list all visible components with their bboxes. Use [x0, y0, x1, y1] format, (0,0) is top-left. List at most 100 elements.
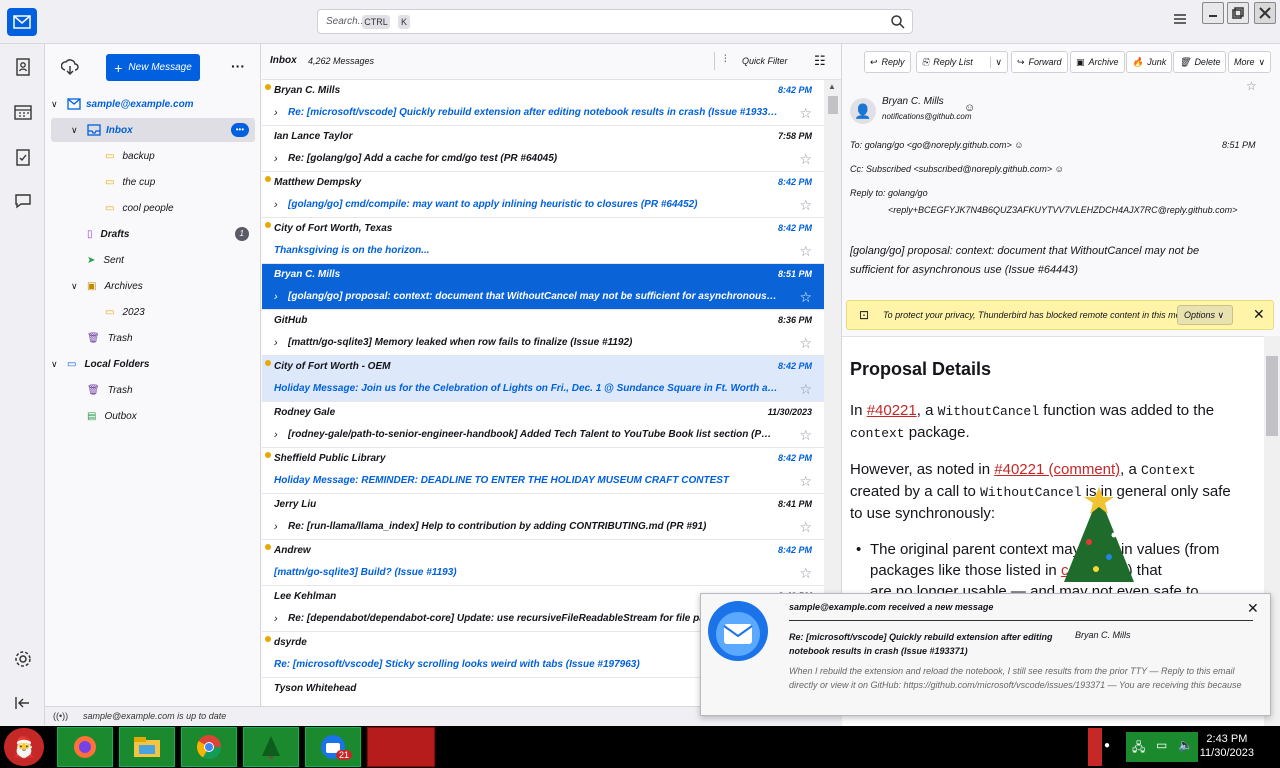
- chat-button[interactable]: [12, 190, 34, 212]
- message-row[interactable]: Rodney Gale 11/30/2023 › [rodney-gale/path-…: [262, 402, 824, 448]
- delete-button[interactable]: 🗑 Delete: [1173, 51, 1227, 73]
- folder-2023[interactable]: ▭ 2023: [51, 300, 255, 324]
- scroll-thumb[interactable]: [828, 96, 838, 114]
- star-icon[interactable]: ☆: [799, 243, 812, 260]
- close-icon[interactable]: ✕: [1253, 306, 1265, 323]
- star-icon[interactable]: ☆: [799, 427, 812, 444]
- star-icon[interactable]: ☆: [799, 381, 812, 398]
- scroll-thumb[interactable]: [1266, 356, 1278, 436]
- unread-dot[interactable]: [265, 222, 271, 228]
- close-window-button[interactable]: [1254, 2, 1276, 24]
- close-icon[interactable]: ✕: [1247, 600, 1259, 617]
- display-options-icon[interactable]: ☷: [814, 53, 826, 69]
- local-folder-trash[interactable]: 🗑 Trash: [51, 378, 255, 402]
- volume-icon[interactable]: 🔈: [1178, 738, 1193, 752]
- folder-inbox[interactable]: ∨ Inbox •••: [51, 118, 255, 142]
- message-row[interactable]: Matthew Dempsky 8:42 PM › [golang/go] cmd/c…: [262, 172, 824, 218]
- new-message-button[interactable]: + New Message: [106, 54, 200, 81]
- message-row[interactable]: Jerry Liu 8:41 PM › Re: [run-llama/llama_in…: [262, 494, 824, 540]
- chevron-down-icon[interactable]: ∨: [990, 56, 1002, 68]
- star-icon[interactable]: ☆: [1246, 79, 1257, 93]
- star-icon[interactable]: ☆: [799, 519, 812, 536]
- from-name[interactable]: Bryan C. Mills: [882, 96, 944, 107]
- unread-dot[interactable]: [265, 452, 271, 458]
- message-row[interactable]: Bryan C. Mills 8:42 PM › Re: [microsoft/vsc…: [262, 80, 824, 126]
- unread-dot[interactable]: [265, 84, 271, 90]
- settings-button[interactable]: [12, 648, 34, 670]
- address-book-button[interactable]: [12, 56, 34, 78]
- star-icon[interactable]: ☆: [799, 335, 812, 352]
- collapse-spaces-button[interactable]: [12, 692, 34, 714]
- message-row[interactable]: Sheffield Public Library 8:42 PM Holiday M…: [262, 448, 824, 494]
- message-row[interactable]: GitHub 8:36 PM › [mattn/go-sqlite3] Memory …: [262, 310, 824, 356]
- folder-backup[interactable]: ▭ backup: [51, 144, 255, 168]
- message-row[interactable]: Ian Lance Taylor 7:58 PM › Re: [golang/go] …: [262, 126, 824, 172]
- chevron-right-icon[interactable]: ›: [274, 613, 278, 625]
- folder-archives[interactable]: ∨ ▣ Archives: [51, 274, 255, 298]
- junk-button[interactable]: 🔥 Junk: [1126, 51, 1173, 73]
- comment-link[interactable]: #40221 (comment): [994, 461, 1120, 478]
- chevron-right-icon[interactable]: ›: [274, 153, 278, 165]
- hamburger-menu-icon[interactable]: [1172, 12, 1188, 26]
- quick-filter-icon[interactable]: ⫶: [724, 54, 727, 65]
- issue-link[interactable]: #40221: [867, 402, 917, 419]
- taskbar-firefox[interactable]: [57, 727, 113, 767]
- chevron-right-icon[interactable]: ›: [274, 107, 278, 119]
- message-row[interactable]: City of Fort Worth, Texas 8:42 PM Thanksgi…: [262, 218, 824, 264]
- calendar-button[interactable]: [12, 101, 34, 123]
- folder-trash[interactable]: 🗑 Trash: [51, 326, 255, 350]
- quick-filter-button[interactable]: Quick Filter: [742, 56, 788, 66]
- star-icon[interactable]: ☆: [799, 151, 812, 168]
- taskbar-chrome[interactable]: [181, 727, 237, 767]
- chevron-right-icon[interactable]: ›: [274, 291, 278, 303]
- chevron-right-icon[interactable]: ›: [274, 337, 278, 349]
- local-folders-row[interactable]: ∨ ▭ Local Folders: [51, 352, 255, 376]
- tray-icons[interactable]: 🖧 ▭ 🔈: [1126, 732, 1198, 762]
- options-button[interactable]: Options ∨: [1177, 305, 1233, 325]
- star-icon[interactable]: ☆: [799, 473, 812, 490]
- unread-dot[interactable]: [265, 636, 271, 642]
- clock[interactable]: 2:43 PM 11/30/2023: [1200, 732, 1254, 760]
- account-row[interactable]: ∨ sample@example.com: [51, 92, 255, 116]
- folder-the-cup[interactable]: ▭ the cup: [51, 170, 255, 194]
- mail-space-button[interactable]: [7, 8, 37, 36]
- start-button[interactable]: 🎅: [4, 728, 44, 766]
- star-icon[interactable]: ☆: [799, 565, 812, 582]
- chevron-right-icon[interactable]: ›: [274, 429, 278, 441]
- message-row[interactable]: Bryan C. Mills 8:51 PM › [golang/go] propos…: [262, 264, 824, 310]
- chevron-right-icon[interactable]: ›: [274, 199, 278, 211]
- scroll-up-icon[interactable]: ▲: [828, 82, 836, 91]
- message-row[interactable]: City of Fort Worth - OEM 8:42 PM Holiday M…: [262, 356, 824, 402]
- star-icon[interactable]: ☆: [799, 289, 812, 306]
- folder-sent[interactable]: ➤ Sent: [51, 248, 255, 272]
- reply-list-button[interactable]: ⎘ Reply List ∨: [916, 51, 1008, 73]
- get-messages-icon[interactable]: [61, 59, 79, 75]
- new-mail-notification[interactable]: sample@example.com received a new messag…: [700, 593, 1271, 716]
- online-status-icon[interactable]: ((•)): [53, 711, 68, 721]
- reply-button[interactable]: ↩ Reply: [864, 51, 911, 73]
- message-row[interactable]: Andrew 8:42 PM [mattn/go-sqlite3] Build? (…: [262, 540, 824, 586]
- maximize-button[interactable]: [1227, 2, 1249, 24]
- network-icon[interactable]: 🖧: [1132, 738, 1145, 759]
- more-button[interactable]: More ∨: [1228, 51, 1272, 73]
- unread-dot[interactable]: [265, 544, 271, 550]
- folder-drafts[interactable]: ▯ Drafts 1: [51, 222, 255, 246]
- chevron-right-icon[interactable]: ›: [274, 521, 278, 533]
- taskbar-christmas-tree[interactable]: [243, 727, 299, 767]
- archive-button[interactable]: ▣ Archive: [1070, 51, 1125, 73]
- star-icon[interactable]: ☆: [799, 197, 812, 214]
- more-options-icon[interactable]: ···: [231, 58, 245, 74]
- taskbar-app[interactable]: [367, 727, 435, 767]
- global-search-input[interactable]: Search... CTRL K: [317, 9, 913, 34]
- minimize-button[interactable]: [1202, 2, 1224, 24]
- taskbar-file-explorer[interactable]: [119, 727, 175, 767]
- display-icon[interactable]: ▭: [1156, 738, 1167, 752]
- taskbar-thunderbird[interactable]: 21: [305, 727, 361, 767]
- search-icon[interactable]: [890, 14, 906, 30]
- star-icon[interactable]: ☆: [799, 105, 812, 122]
- local-folder-outbox[interactable]: ▤ Outbox: [51, 404, 255, 428]
- tasks-button[interactable]: [12, 146, 34, 168]
- unread-dot[interactable]: [265, 176, 271, 182]
- contact-icon[interactable]: ☺: [964, 102, 975, 114]
- forward-button[interactable]: ↪ Forward: [1011, 51, 1068, 73]
